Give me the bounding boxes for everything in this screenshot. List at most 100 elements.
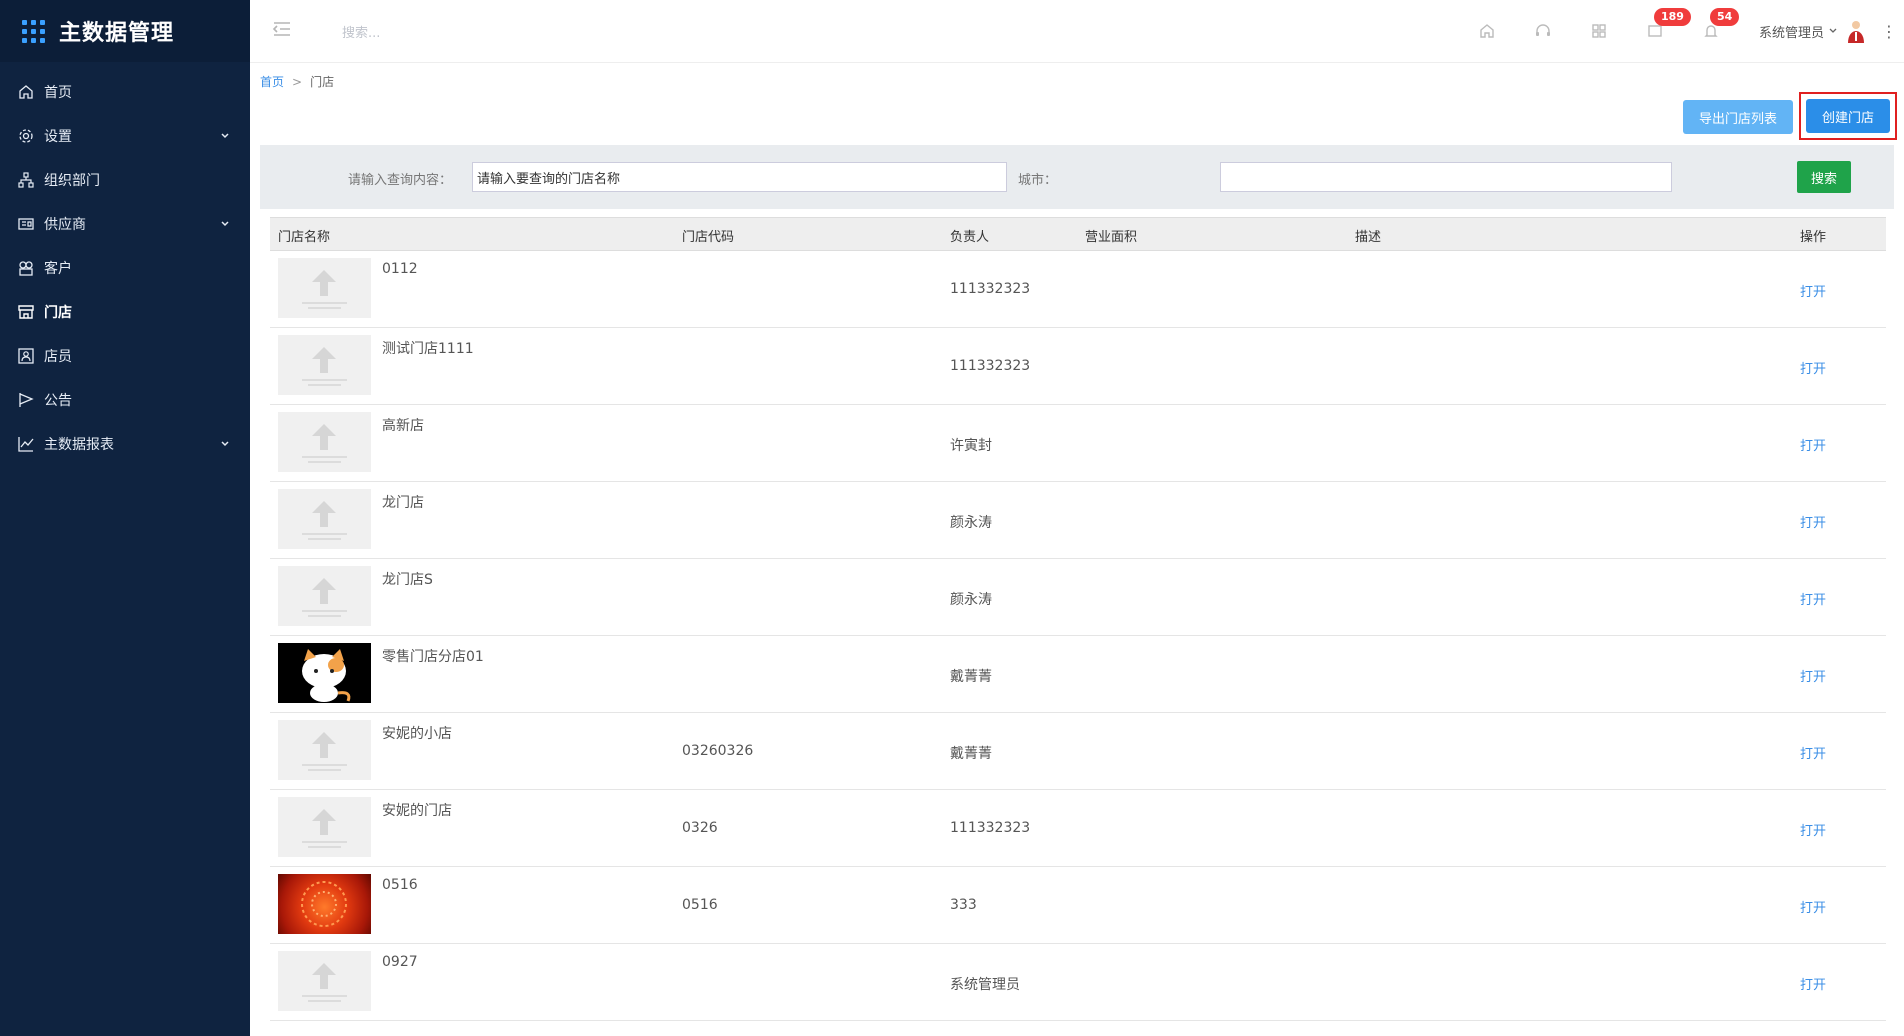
sidebar-item-label: 主数据报表 [44,437,114,453]
chevron-down-icon [1829,28,1837,33]
open-store-link[interactable]: 打开 [1800,512,1826,531]
sidebar-item-3[interactable]: 供应商 [0,202,250,246]
menu-toggle-icon[interactable] [272,19,292,39]
user-menu[interactable]: 系统管理员 [1759,19,1866,43]
open-store-link[interactable]: 打开 [1800,281,1826,300]
messages-button[interactable]: 189 [1627,0,1691,62]
store-thumbnail [278,874,371,934]
home-icon [1480,24,1494,38]
sidebar-item-2[interactable]: 组织部门 [0,158,250,202]
chevron-down-icon [221,221,229,227]
notifications-button[interactable]: 54 [1683,0,1740,62]
sidebar-item-5[interactable]: 门店 [0,290,250,334]
open-store-link[interactable]: 打开 [1800,974,1826,993]
apps-grid-icon[interactable] [22,19,45,43]
store-owner: 戴菁菁 [950,669,992,685]
image-placeholder-icon [302,347,347,386]
store-owner: 颜永涛 [950,515,992,531]
table-row: 龙门店S 颜永涛 打开 [270,559,1886,636]
col-area: 营业面积 [1085,230,1138,245]
col-store-code: 门店代码 [682,230,735,245]
breadcrumb-home[interactable]: 首页 [260,75,284,89]
table-body: 0112 111332323 打开 测试门店1111 111332323 打开 高新店 许寅封… [270,251,1886,1021]
open-store-link[interactable]: 打开 [1800,743,1826,762]
table-row: 安妮的门店 0326 111332323 打开 [270,790,1886,867]
store-name: 高新店 [382,418,424,434]
staff-icon [18,348,34,364]
brand: 主数据管理 [0,0,250,62]
store-code: 0326 [682,820,718,836]
store-name: 龙门店 [382,495,424,511]
store-icon [18,305,34,319]
topbar: 搜索... 189 54 系统管理员 ⋮ [250,0,1904,63]
gear-icon [19,129,33,143]
store-owner: 戴菁菁 [950,746,992,762]
open-store-link[interactable]: 打开 [1800,666,1826,685]
image-placeholder-icon [302,270,347,309]
support-shortcut[interactable] [1515,0,1571,62]
chevron-down-icon [221,133,229,139]
sidebar-nav: 首页设置组织部门供应商客户门店店员公告主数据报表 [0,70,250,466]
customer-icon [19,261,33,276]
open-store-link[interactable]: 打开 [1800,820,1826,839]
search-button[interactable]: 搜索 [1797,161,1851,193]
sidebar-item-7[interactable]: 公告 [0,378,250,422]
main-content: 首页 > 门店 导出门店列表 创建门店 请输入查询内容： 城市： 搜索 门店名称 门… [250,63,1904,1036]
table-row: 安妮的小店 03260326 戴菁菁 打开 [270,713,1886,790]
store-owner: 333 [950,897,977,913]
table-row: 0927 系统管理员 打开 [270,944,1886,1021]
image-placeholder-icon [302,501,347,540]
sidebar-item-6[interactable]: 店员 [0,334,250,378]
store-thumbnail [278,489,371,549]
store-name: 龙门店S [382,572,433,588]
sidebar-item-label: 客户 [44,261,72,277]
store-name: 0516 [382,877,418,893]
col-description: 描述 [1355,230,1382,245]
store-thumbnail [278,258,371,318]
sidebar-item-label: 店员 [44,349,72,365]
store-owner: 颜永涛 [950,592,992,608]
export-store-list-button[interactable]: 导出门店列表 [1683,100,1793,134]
create-store-highlight: 创建门店 [1799,92,1897,140]
org-chart-icon [18,172,34,188]
open-store-link[interactable]: 打开 [1800,358,1826,377]
top-search-input[interactable]: 搜索... [342,22,380,41]
grid-icon [1592,24,1606,38]
store-owner: 系统管理员 [950,977,1020,993]
store-code: 0516 [682,897,718,913]
apps-shortcut[interactable] [1571,0,1627,62]
create-store-button[interactable]: 创建门店 [1806,99,1890,133]
more-vertical-icon[interactable]: ⋮ [1874,22,1904,41]
user-name: 系统管理员 [1758,25,1824,41]
city-input[interactable] [1220,162,1672,192]
sidebar-item-label: 首页 [44,85,72,101]
store-owner: 111332323 [950,358,1031,374]
sidebar-item-0[interactable]: 首页 [0,70,250,114]
store-name: 零售门店分店01 [382,649,484,665]
sidebar-item-8[interactable]: 主数据报表 [0,422,250,466]
app-title: 主数据管理 [59,21,175,46]
sidebar-item-4[interactable]: 客户 [0,246,250,290]
home-shortcut[interactable] [1459,0,1515,62]
table-row: 零售门店分店01 戴菁菁 打开 [270,636,1886,713]
open-store-link[interactable]: 打开 [1800,589,1826,608]
sidebar-item-label: 组织部门 [44,173,100,189]
breadcrumb: 首页 > 门店 [260,73,334,90]
query-label: 请输入查询内容： [348,173,453,188]
table-row: 龙门店颜永涛 打开 [270,482,1886,559]
image-placeholder-icon [302,963,347,1002]
col-operation: 操作 [1800,230,1827,245]
sidebar-item-1[interactable]: 设置 [0,114,250,158]
breadcrumb-separator: > [292,75,303,89]
store-name: 安妮的小店 [382,726,452,742]
store-name-query-input[interactable] [472,162,1007,192]
store-owner: 111332323 [950,820,1031,836]
image-placeholder-icon [302,809,347,848]
table-header: 门店名称 门店代码 负责人 营业面积 描述 操作 [270,217,1886,251]
open-store-link[interactable]: 打开 [1800,897,1826,916]
table-row: 高新店许寅封 打开 [270,405,1886,482]
store-code: 03260326 [682,743,754,759]
store-owner: 许寅封 [950,438,992,454]
sidebar-item-label: 公告 [44,393,72,409]
open-store-link[interactable]: 打开 [1800,435,1826,454]
